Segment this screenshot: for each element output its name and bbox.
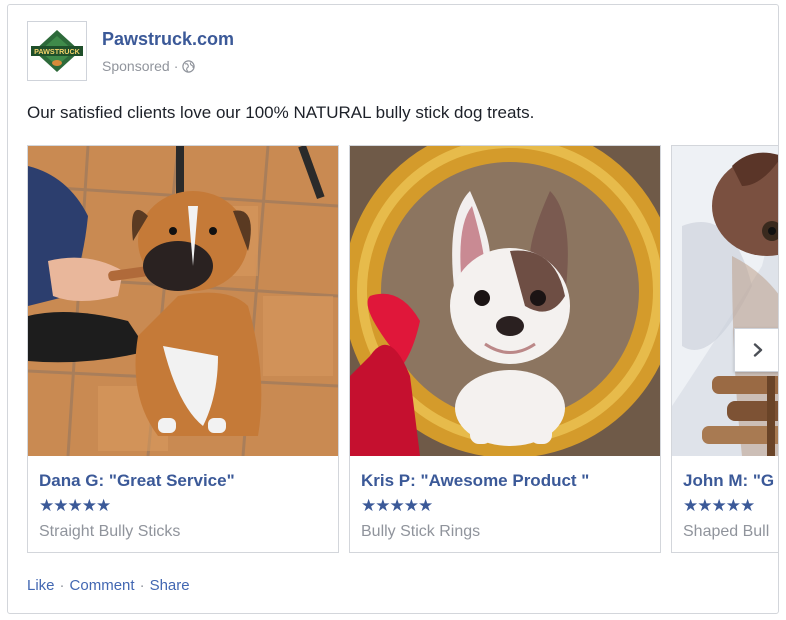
pawstruck-logo-icon: PAWSTRUCK <box>28 22 86 80</box>
card-subtitle: Shaped Bull <box>683 523 770 540</box>
share-link[interactable]: Share <box>150 577 190 594</box>
product-carousel[interactable]: Dana G: "Great Service" ★★★★★ Straight B… <box>27 145 778 555</box>
card-title[interactable]: Dana G: "Great Service" <box>39 471 235 491</box>
meta-separator: · <box>173 58 179 74</box>
carousel-card[interactable]: Kris P: "Awesome Product " ★★★★★ Bully S… <box>349 145 661 553</box>
chevron-right-icon <box>753 343 762 357</box>
star-rating: ★★★★★ <box>361 496 433 515</box>
card-title[interactable]: John M: "G <box>683 471 774 491</box>
comment-link[interactable]: Comment <box>70 577 135 594</box>
card-photo-boxer-dog[interactable] <box>28 146 338 456</box>
action-separator: · <box>59 577 65 594</box>
page-name-link[interactable]: Pawstruck.com <box>102 29 234 50</box>
post-text: Our satisfied clients love our 100% NATU… <box>27 103 535 122</box>
card-title[interactable]: Kris P: "Awesome Product " <box>361 471 589 491</box>
post-actions: Like · Comment · Share <box>27 577 190 594</box>
carousel-card[interactable]: Dana G: "Great Service" ★★★★★ Straight B… <box>27 145 339 553</box>
card-subtitle: Bully Stick Rings <box>361 523 481 540</box>
star-rating: ★★★★★ <box>39 496 111 515</box>
card-photo-small-dog[interactable] <box>672 146 778 456</box>
star-rating: ★★★★★ <box>683 496 755 515</box>
globe-icon[interactable] <box>182 59 196 73</box>
sponsored-label[interactable]: Sponsored <box>102 58 170 74</box>
card-photo-french-bulldog[interactable] <box>350 146 660 456</box>
post-meta: Sponsored · <box>102 58 196 74</box>
logo-text: PAWSTRUCK <box>34 47 81 56</box>
card-subtitle: Straight Bully Sticks <box>39 523 181 540</box>
sponsored-post: PAWSTRUCK Pawstruck.com Sponsored · Our … <box>7 4 779 614</box>
action-separator: · <box>139 577 145 594</box>
carousel-next-button[interactable] <box>734 328 778 372</box>
page-logo[interactable]: PAWSTRUCK <box>27 21 87 81</box>
like-link[interactable]: Like <box>27 577 55 594</box>
